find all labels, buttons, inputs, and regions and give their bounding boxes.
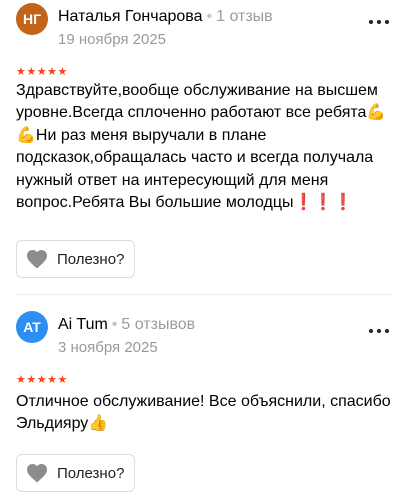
author-name[interactable]: Наталья Гончарова xyxy=(58,8,203,25)
review-card: AT Ai Tum • 5 отзывов 3 ноября 2025 ★★★★★ … xyxy=(0,295,409,497)
review-text: Здравствуйте,вообще обслуживание на высш… xyxy=(16,82,387,212)
heart-icon xyxy=(27,464,47,483)
more-options-icon[interactable] xyxy=(369,16,389,28)
author-line: Ai Tum • 5 отзывов xyxy=(58,316,195,334)
heart-icon xyxy=(27,250,47,269)
author-name[interactable]: Ai Tum xyxy=(58,316,108,333)
helpful-label: Полезно? xyxy=(57,464,125,482)
author-reviews-count: 5 отзывов xyxy=(121,316,196,333)
author-reviews-count: 1 отзыв xyxy=(216,8,273,25)
separator-dot: • xyxy=(111,316,118,333)
review-date: 19 ноября 2025 xyxy=(58,31,167,48)
author-line: Наталья Гончарова • 1 отзыв xyxy=(58,8,273,26)
review-date: 3 ноября 2025 xyxy=(58,339,158,356)
review-text: Отличное обслуживание! Все объяснили, сп… xyxy=(16,393,391,433)
avatar[interactable]: AT xyxy=(16,311,48,343)
avatar[interactable]: НГ xyxy=(16,3,48,35)
review-card: НГ Наталья Гончарова • 1 отзыв 19 ноября 2… xyxy=(0,0,409,295)
rating-stars: ★★★★★ xyxy=(16,66,68,78)
more-options-icon[interactable] xyxy=(369,325,389,337)
helpful-button[interactable]: Полезно? xyxy=(16,240,136,278)
helpful-label: Полезно? xyxy=(57,250,125,268)
rating-stars: ★★★★★ xyxy=(16,374,68,386)
helpful-button[interactable]: Полезно? xyxy=(16,454,136,492)
separator-dot: • xyxy=(206,8,213,25)
